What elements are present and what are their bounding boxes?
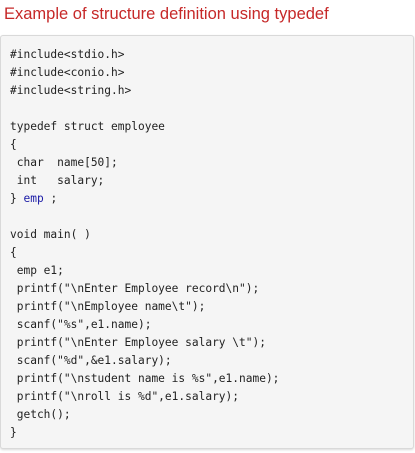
code-line: typedef struct employee: [10, 120, 165, 133]
code-line: {: [10, 138, 17, 151]
code-line: int salary;: [10, 174, 105, 187]
code-line: }: [10, 426, 17, 439]
code-line: emp e1;: [10, 264, 64, 277]
code-line: void main( ): [10, 228, 91, 241]
code-listing: #include<stdio.h> #include<conio.h> #inc…: [10, 46, 279, 442]
page-title: Example of structure definition using ty…: [4, 5, 329, 23]
code-line: scanf("%s",e1.name);: [10, 318, 152, 331]
code-line: printf("\nEmployee name\t");: [10, 300, 206, 313]
code-line: printf("\nEnter Employee record\n");: [10, 282, 260, 295]
code-line: {: [10, 246, 17, 259]
code-line-typedef-close: } emp ;: [10, 190, 279, 208]
code-line: #include<conio.h>: [10, 66, 125, 79]
code-block: #include<stdio.h> #include<conio.h> #inc…: [0, 35, 414, 449]
code-line: char name[50];: [10, 156, 118, 169]
code-line: printf("\nstudent name is %s",e1.name);: [10, 372, 280, 385]
code-line: scanf("%d",&e1.salary);: [10, 354, 172, 367]
code-line: printf("\nroll is %d",e1.salary);: [10, 390, 240, 403]
typedef-alias: emp: [23, 192, 44, 205]
typedef-terminator: ;: [43, 192, 58, 205]
code-line: getch();: [10, 408, 71, 421]
code-line: #include<stdio.h>: [10, 48, 125, 61]
code-line: printf("\nEnter Employee salary \t");: [10, 336, 266, 349]
code-line: #include<string.h>: [10, 84, 132, 97]
code-line-brace: }: [10, 192, 24, 205]
page: Example of structure definition using ty…: [0, 0, 415, 453]
